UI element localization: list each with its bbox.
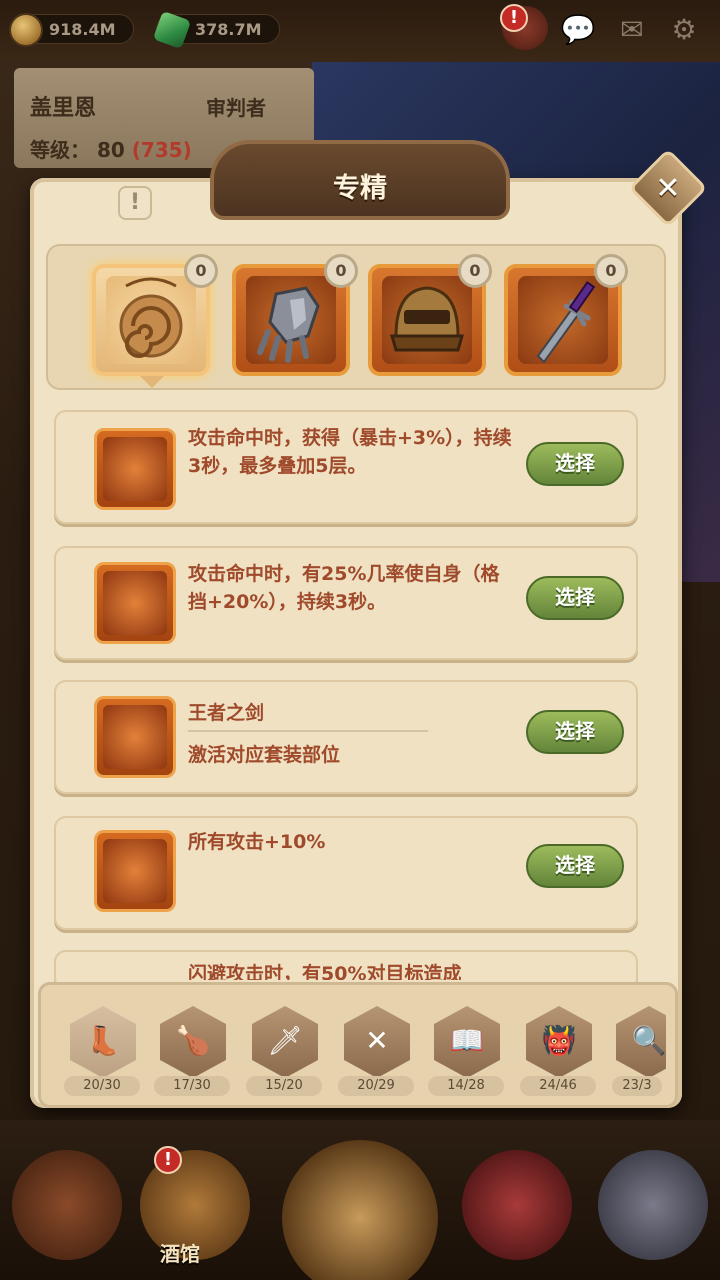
tab-count: 20/29 bbox=[338, 1076, 414, 1096]
slot-badge-gauntlet: 0 bbox=[324, 254, 358, 288]
tab-boot[interactable]: 👢 bbox=[70, 1006, 136, 1078]
mirror-icon: 🔍 bbox=[631, 1024, 666, 1057]
gem-resource[interactable]: 378.7M bbox=[152, 10, 280, 50]
level-extra: (735) bbox=[131, 138, 192, 162]
option-description: 攻击命中时，有25%几率使自身（格挡+20%），持续3秒。 bbox=[188, 563, 500, 613]
nav-house-icon[interactable] bbox=[12, 1150, 122, 1260]
tab-count: 14/28 bbox=[428, 1076, 504, 1096]
gear-icon[interactable]: ⚙ bbox=[666, 12, 702, 48]
coin-icon bbox=[9, 13, 43, 47]
option-divider bbox=[188, 730, 428, 732]
nav-hero-icon[interactable] bbox=[462, 1150, 572, 1260]
hero-level: 等级： 80 (735) bbox=[30, 134, 192, 163]
tab-mask[interactable]: 👹 bbox=[526, 1006, 592, 1078]
sword-icon bbox=[518, 276, 608, 364]
level-label: 等级： bbox=[30, 138, 90, 162]
meat-icon: 🍗 bbox=[175, 1024, 211, 1057]
tab-count: 15/20 bbox=[246, 1076, 322, 1096]
option-description: 闪避攻击时，有50%对目标造成 bbox=[188, 963, 462, 980]
helmet-icon bbox=[382, 276, 472, 364]
potion-icon: ✕ bbox=[365, 1024, 389, 1057]
selected-slot-pointer bbox=[140, 376, 164, 388]
tab-count: 23/3 bbox=[612, 1076, 662, 1096]
event-alert-badge: ! bbox=[500, 4, 528, 32]
gold-resource[interactable]: 918.4M bbox=[9, 13, 134, 47]
close-icon[interactable]: ✕ bbox=[640, 164, 696, 214]
hero-role: 审判者 bbox=[206, 96, 266, 120]
tab-count: 17/30 bbox=[154, 1076, 230, 1096]
option-icon-dagger bbox=[94, 562, 176, 644]
select-button[interactable]: 选择 bbox=[526, 576, 624, 620]
hero-name: 盖里恩 bbox=[30, 96, 97, 121]
boot-icon: 👢 bbox=[85, 1024, 121, 1057]
select-button[interactable]: 选择 bbox=[526, 710, 624, 754]
nav-forge-icon[interactable] bbox=[598, 1150, 708, 1260]
option-icon-golden-dagger bbox=[94, 428, 176, 510]
slot-badge-sword: 0 bbox=[594, 254, 628, 288]
option-icon-short-sword bbox=[94, 830, 176, 912]
slot-badge-helmet: 0 bbox=[458, 254, 492, 288]
tavern-alert-badge: ! bbox=[154, 1146, 182, 1174]
tab-book[interactable]: 📖 bbox=[434, 1006, 500, 1078]
tab-meat[interactable]: 🍗 bbox=[160, 1006, 226, 1078]
select-button[interactable]: 选择 bbox=[526, 844, 624, 888]
modal-title: 专精 bbox=[333, 173, 387, 204]
mail-icon[interactable]: ✉ bbox=[614, 12, 650, 48]
gem-value: 378.7M bbox=[195, 20, 262, 39]
info-button[interactable]: ! bbox=[118, 186, 152, 220]
option-icon-kings-sword bbox=[94, 696, 176, 778]
tab-count: 20/30 bbox=[64, 1076, 140, 1096]
level-value: 80 bbox=[96, 138, 125, 162]
slot-badge-amulet: 0 bbox=[184, 254, 218, 288]
mask-icon: 👹 bbox=[541, 1024, 577, 1057]
gold-value: 918.4M bbox=[49, 20, 116, 39]
gauntlet-icon bbox=[246, 276, 336, 364]
tab-dagger[interactable]: 🗡 bbox=[252, 1006, 318, 1078]
nav-tavern-label: 酒馆 bbox=[160, 1242, 200, 1266]
book-icon: 📖 bbox=[449, 1024, 485, 1057]
tab-mirror[interactable]: 🔍 bbox=[616, 1006, 666, 1078]
tab-potion[interactable]: ✕ bbox=[344, 1006, 410, 1078]
dagger-icon: 🗡 bbox=[267, 1024, 303, 1057]
option-set-title: 王者之剑 bbox=[188, 702, 265, 724]
option-set-subtitle: 激活对应套装部位 bbox=[188, 744, 341, 766]
option-description: 攻击命中时，获得（暴击+3%），持续3秒，最多叠加5层。 bbox=[188, 427, 512, 477]
amulet-icon bbox=[106, 276, 196, 364]
chat-icon[interactable]: 💬 bbox=[560, 12, 596, 48]
tab-count: 24/46 bbox=[520, 1076, 596, 1096]
option-description: 所有攻击+10% bbox=[188, 831, 326, 853]
select-button[interactable]: 选择 bbox=[526, 442, 624, 486]
